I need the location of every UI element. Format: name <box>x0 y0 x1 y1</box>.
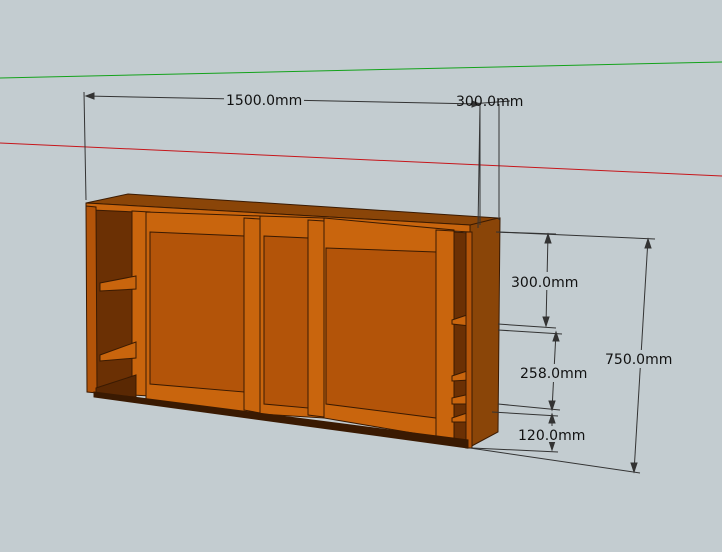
green-axis-line <box>0 61 722 79</box>
section-top-label[interactable]: 300.0mm <box>511 275 578 291</box>
door-middle-panel <box>263 235 309 409</box>
width-label[interactable]: 1500.0mm <box>226 93 302 109</box>
right-front-edge <box>465 231 473 449</box>
height-arrow-top <box>644 237 652 249</box>
door-left-panel <box>149 231 245 393</box>
door-left-stile <box>243 217 261 414</box>
sliding-door-middle[interactable] <box>259 215 325 419</box>
door-middle-stile <box>307 219 325 418</box>
door-right-panel <box>325 247 437 419</box>
height-arrow-bottom <box>630 462 638 474</box>
door-right-stile <box>435 229 455 441</box>
height-label[interactable]: 750.0mm <box>605 352 672 368</box>
red-axis-line <box>0 142 722 177</box>
cabinet-model[interactable] <box>85 193 501 449</box>
section-bottom-ext-top <box>491 411 559 417</box>
section-bottom-label[interactable]: 120.0mm <box>518 428 585 444</box>
dimension-depth[interactable] <box>469 100 511 225</box>
cabinet-right-side <box>467 217 501 449</box>
sliding-door-right[interactable] <box>323 217 455 441</box>
depth-label[interactable]: 300.0mm <box>456 94 523 110</box>
sliding-door-left[interactable] <box>145 211 261 415</box>
3d-viewport[interactable]: 1500.0mm 300.0mm 750.0mm 300.0mm 258.0mm <box>0 0 722 548</box>
left-side-panel <box>85 205 98 394</box>
section-top-ext-bottom <box>497 323 557 329</box>
width-ext-left <box>83 91 87 201</box>
width-arrow-left <box>84 92 95 100</box>
section-middle-ext-top <box>497 329 563 335</box>
left-compartment-interior <box>91 209 137 395</box>
section-top-arrow-bottom <box>542 316 550 328</box>
section-middle-label[interactable]: 258.0mm <box>520 366 587 382</box>
model-canvas[interactable]: 1500.0mm 300.0mm 750.0mm 300.0mm 258.0mm <box>0 0 722 548</box>
section-top-arrow-top <box>544 232 552 244</box>
